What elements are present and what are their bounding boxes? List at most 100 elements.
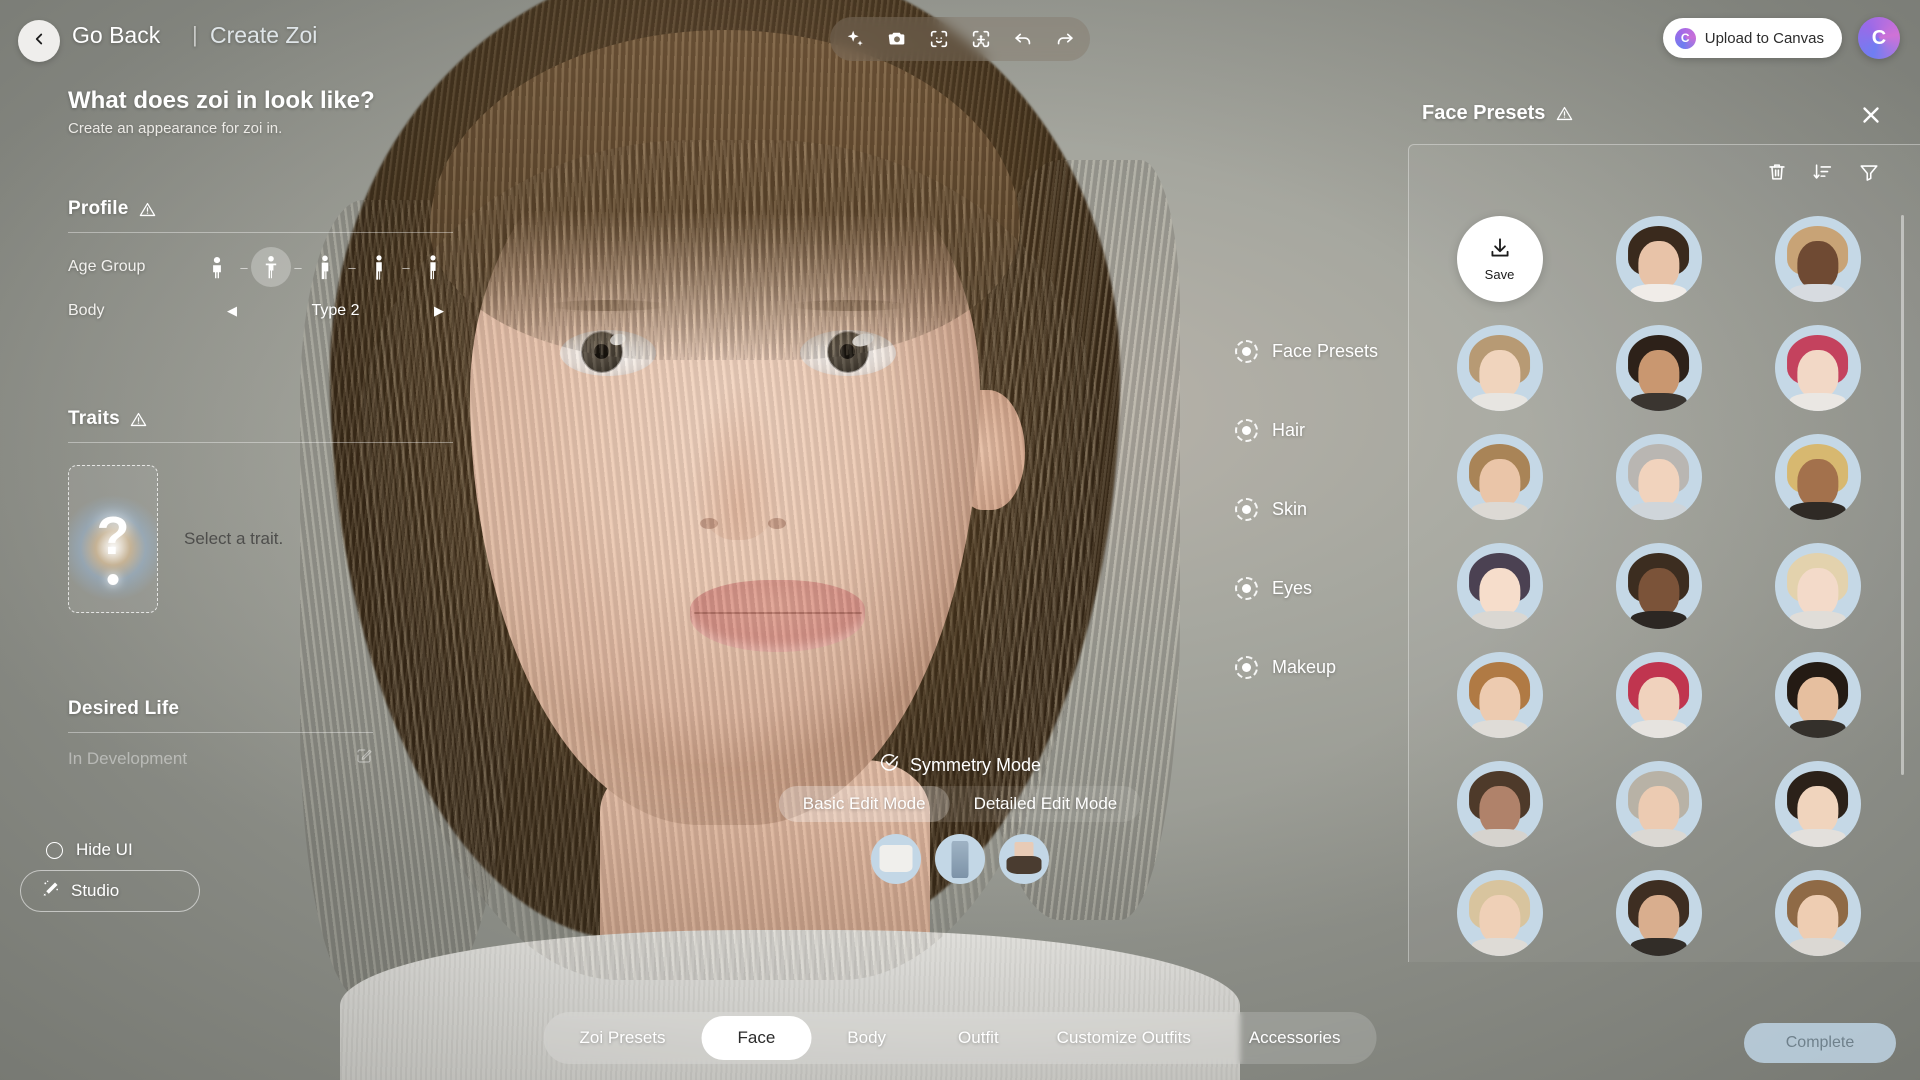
preset-14: [1774, 651, 1861, 738]
face-preset-item[interactable]: [1588, 754, 1729, 853]
trait-empty-slot[interactable]: ?: [68, 465, 158, 613]
face-preset-item[interactable]: [1429, 863, 1570, 962]
desired-life-section: Desired Life In Development: [68, 698, 373, 770]
face-preset-item[interactable]: [1429, 318, 1570, 417]
face-preset-item[interactable]: [1429, 536, 1570, 635]
profile-section: Profile Age Group – – – – Body ◀ Type 2 …: [68, 198, 453, 333]
face-preset-item[interactable]: [1747, 209, 1888, 308]
age-option-elder[interactable]: [413, 247, 453, 287]
category-marker-face-presets[interactable]: Face Presets: [1235, 340, 1378, 363]
face-preset-item[interactable]: [1588, 645, 1729, 744]
age-group-selector[interactable]: – – – –: [197, 247, 453, 287]
bottom-tab-bar: Zoi Presets Face Body Outfit Customize O…: [543, 1012, 1377, 1064]
close-x-icon[interactable]: [1858, 102, 1884, 128]
face-preset-item[interactable]: [1747, 754, 1888, 853]
preset-3: [1456, 324, 1543, 411]
tab-accessories[interactable]: Accessories: [1213, 1016, 1377, 1060]
category-marker-hair[interactable]: Hair: [1235, 419, 1378, 442]
radio-marker-icon: [1235, 656, 1258, 679]
save-preset-label: Save: [1484, 267, 1515, 282]
header-separator: |: [192, 22, 198, 47]
face-preset-item[interactable]: [1588, 863, 1729, 962]
camera-icon[interactable]: [886, 28, 908, 50]
question-mark-icon: ?: [96, 506, 130, 567]
filter-icon[interactable]: [1858, 161, 1880, 183]
face-preset-item[interactable]: [1588, 536, 1729, 635]
face-preset-item[interactable]: [1429, 754, 1570, 853]
face-preset-item[interactable]: [1747, 427, 1888, 526]
tab-customize-outfits[interactable]: Customize Outfits: [1035, 1016, 1213, 1060]
preset-16: [1615, 760, 1702, 847]
body-scan-icon[interactable]: [970, 28, 992, 50]
preset-15: [1456, 760, 1543, 847]
studio-button[interactable]: Studio: [20, 870, 200, 912]
redo-icon[interactable]: [1054, 28, 1076, 50]
face-preset-item[interactable]: [1747, 318, 1888, 417]
trash-icon[interactable]: [1766, 161, 1788, 183]
body-next-button[interactable]: ▶: [425, 303, 453, 319]
face-preset-item[interactable]: [1588, 209, 1729, 308]
create-zoi-label[interactable]: Create Zoi: [210, 22, 317, 49]
sort-icon[interactable]: [1812, 161, 1834, 183]
desired-life-heading: Desired Life: [68, 698, 180, 719]
symmetry-mode-toggle[interactable]: Symmetry Mode: [879, 752, 1041, 778]
category-label: Skin: [1272, 499, 1308, 519]
desired-life-value: In Development: [68, 748, 188, 768]
sparkles-icon[interactable]: [844, 28, 866, 50]
body-prev-button[interactable]: ◀: [218, 303, 246, 319]
face-preset-item[interactable]: [1429, 645, 1570, 744]
category-marker-skin[interactable]: Skin: [1235, 498, 1378, 521]
face-preset-item[interactable]: [1747, 645, 1888, 744]
pants-icon[interactable]: [935, 834, 985, 884]
age-dash: –: [348, 259, 356, 275]
warning-triangle-icon: [1555, 104, 1574, 123]
preset-scrollbar[interactable]: [1901, 215, 1904, 775]
trait-dot: [107, 574, 119, 586]
preset-20: [1774, 869, 1861, 956]
category-marker-makeup[interactable]: Makeup: [1235, 656, 1378, 679]
face-scan-icon[interactable]: [928, 28, 950, 50]
age-option-child[interactable]: [197, 247, 237, 287]
face-presets-header: Face Presets: [1422, 102, 1574, 125]
upload-to-canvas-button[interactable]: C Upload to Canvas: [1662, 18, 1842, 58]
face-preset-item[interactable]: [1429, 427, 1570, 526]
complete-button[interactable]: Complete: [1744, 1023, 1896, 1063]
age-option-adult[interactable]: [359, 247, 399, 287]
age-option-young-adult[interactable]: [305, 247, 345, 287]
save-preset-cell: Save: [1429, 209, 1570, 308]
preset-9: [1456, 542, 1543, 629]
user-avatar-icon[interactable]: C: [1858, 17, 1900, 59]
profile-heading: Profile: [68, 198, 129, 219]
face-preset-item[interactable]: [1588, 318, 1729, 417]
tab-outfit[interactable]: Outfit: [922, 1016, 1035, 1060]
detailed-edit-mode-button[interactable]: Detailed Edit Mode: [950, 786, 1142, 822]
basic-edit-mode-button[interactable]: Basic Edit Mode: [778, 786, 950, 822]
left-panel: What does zoi in look like? Create an ap…: [0, 80, 480, 1080]
magic-wand-icon: [41, 879, 61, 904]
face-preset-item[interactable]: [1747, 536, 1888, 635]
desired-life-row[interactable]: In Development: [68, 747, 373, 770]
go-back-label[interactable]: Go Back: [72, 22, 160, 49]
tab-face[interactable]: Face: [701, 1016, 812, 1060]
undo-icon[interactable]: [1012, 28, 1034, 50]
tab-zoi-presets[interactable]: Zoi Presets: [544, 1016, 702, 1060]
save-preset-button[interactable]: Save: [1456, 215, 1543, 302]
edit-square-icon[interactable]: [355, 747, 373, 770]
shoes-icon[interactable]: [999, 834, 1049, 884]
warning-triangle-icon: [138, 200, 157, 219]
preset-18: [1456, 869, 1543, 956]
face-preset-item[interactable]: [1747, 863, 1888, 962]
hide-ui-toggle[interactable]: Hide UI: [46, 840, 133, 860]
upload-to-canvas-label: Upload to Canvas: [1704, 29, 1824, 47]
preset-17: [1774, 760, 1861, 847]
top-shirt-icon[interactable]: [871, 834, 921, 884]
face-presets-body: Save: [1408, 144, 1920, 962]
tab-body[interactable]: Body: [811, 1016, 922, 1060]
body-value: Type 2: [311, 302, 360, 319]
back-button[interactable]: [18, 20, 60, 62]
age-option-teen[interactable]: [251, 247, 291, 287]
face-presets-grid[interactable]: Save: [1429, 201, 1888, 962]
face-preset-item[interactable]: [1588, 427, 1729, 526]
category-marker-eyes[interactable]: Eyes: [1235, 577, 1378, 600]
chevron-left-icon: [30, 30, 48, 53]
